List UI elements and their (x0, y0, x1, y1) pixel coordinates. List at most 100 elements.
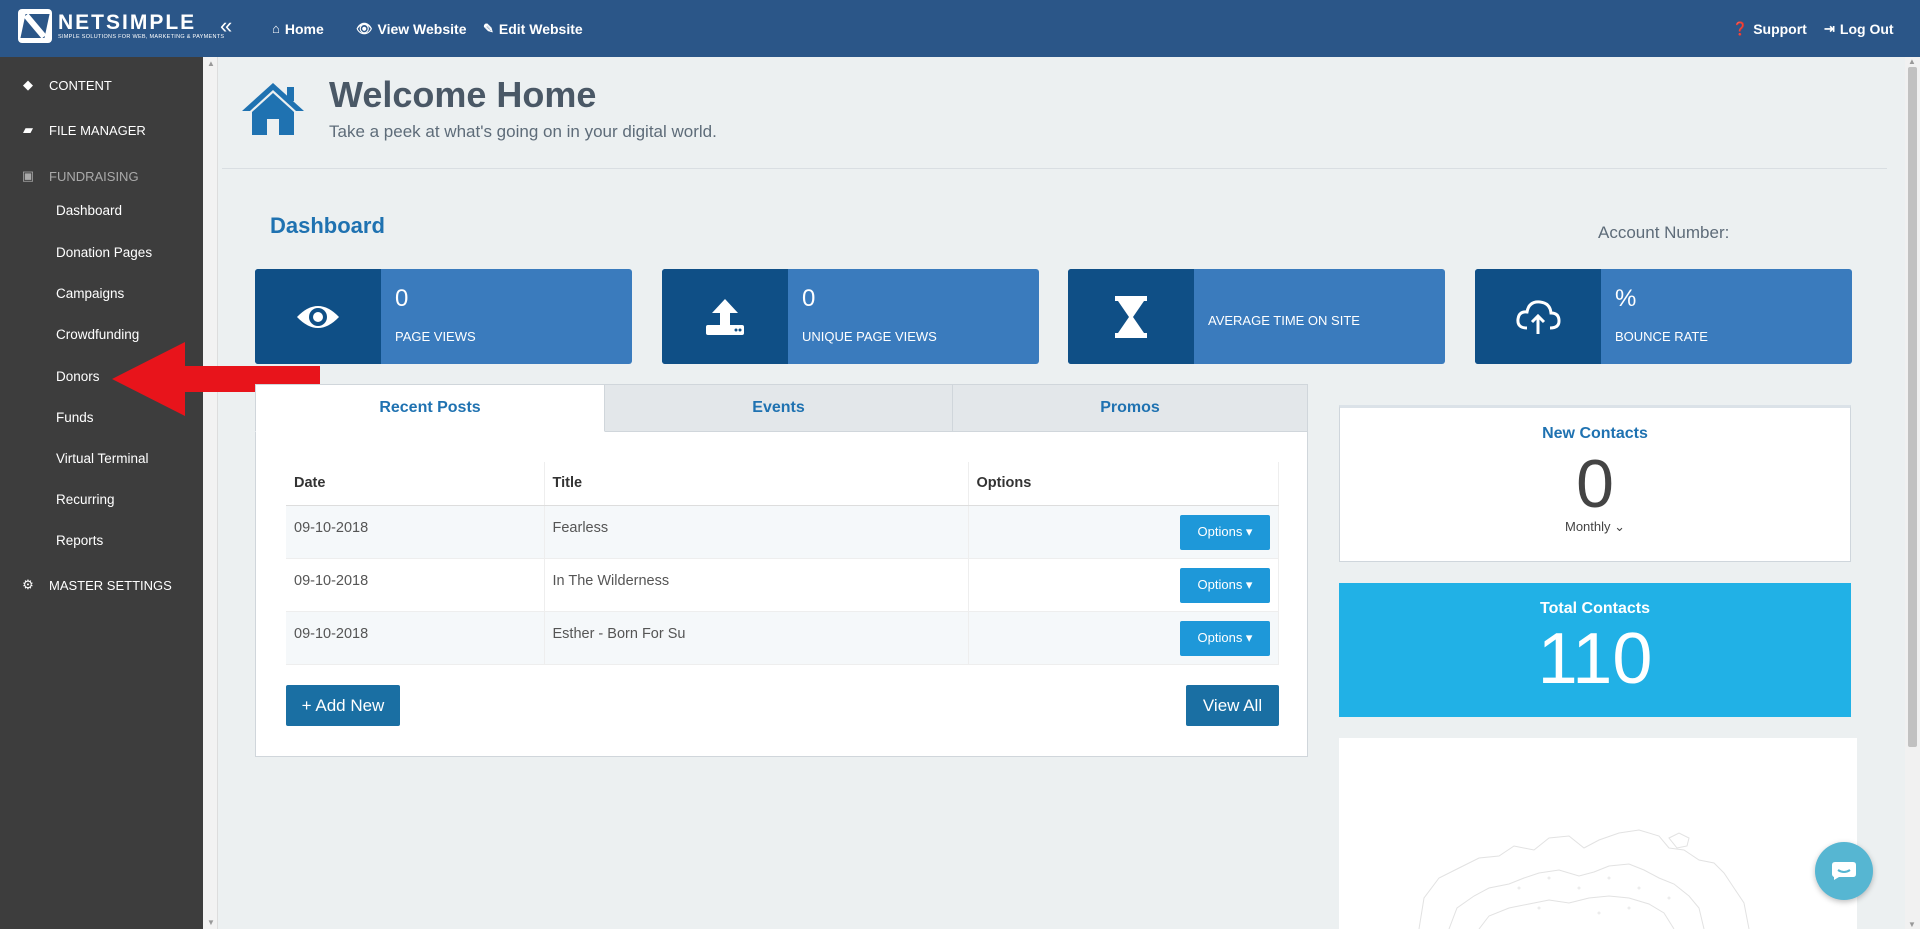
new-contacts-title: New Contacts (1542, 425, 1648, 442)
recent-posts-panel: Date Title Options 09-10-2018 Fearless O… (255, 431, 1308, 757)
posts-tabs: Recent Posts Events Promos (255, 384, 1308, 432)
upload-icon (706, 298, 744, 335)
collapse-sidebar-icon[interactable]: « (220, 15, 232, 37)
hourglass-icon (1115, 295, 1147, 338)
view-all-button[interactable]: View All (1186, 685, 1279, 726)
stat-label: BOUNCE RATE (1615, 329, 1708, 344)
sidebar-item-reports[interactable]: Reports (56, 533, 103, 548)
scroll-down-icon[interactable]: ▼ (1908, 920, 1916, 929)
stat-label: AVERAGE TIME ON SITE (1208, 313, 1360, 328)
nav-view-website-label: View Website (377, 20, 467, 37)
gear-icon: ⚙ (22, 577, 34, 592)
stat-label: PAGE VIEWS (395, 329, 476, 344)
nav-logout[interactable]: ⇥ Log Out (1824, 0, 1894, 57)
sidebar-section-file-manager[interactable]: ▰ FILE MANAGER (18, 122, 146, 138)
question-icon: ❓ (1732, 20, 1749, 36)
nav-support[interactable]: ❓ Support (1732, 0, 1807, 57)
tab-recent-posts[interactable]: Recent Posts (255, 384, 605, 432)
add-new-button[interactable]: + Add New (286, 685, 400, 726)
sidebar-item-funds[interactable]: Funds (56, 410, 94, 425)
logo-mark-icon (18, 9, 52, 43)
stat-value: 0 (395, 285, 409, 312)
world-map-image (1418, 829, 1750, 929)
nav-logout-label: Log Out (1839, 20, 1894, 37)
post-date: 09-10-2018 (286, 611, 545, 665)
post-date: 09-10-2018 (286, 558, 545, 612)
post-date: 09-10-2018 (286, 505, 545, 559)
column-header-date: Date (286, 462, 545, 506)
table-row: 09-10-2018 In The Wilderness Options ▾ (286, 558, 1279, 612)
eye-icon: 👁 (356, 20, 373, 36)
sidebar-item-recurring[interactable]: Recurring (56, 492, 115, 507)
scroll-up-icon[interactable]: ▲ (1908, 57, 1916, 66)
sidebar-scrollbar[interactable]: ▲ ▼ (203, 57, 218, 929)
sidebar-section-label: FILE MANAGER (49, 122, 146, 138)
scroll-down-icon[interactable]: ▼ (207, 918, 215, 927)
posts-table: Date Title Options 09-10-2018 Fearless O… (286, 462, 1279, 665)
tab-events[interactable]: Events (604, 384, 953, 432)
page-subtitle: Take a peek at what's going on in your d… (329, 122, 717, 141)
scrollbar-thumb[interactable] (1908, 67, 1917, 747)
nav-support-label: Support (1753, 20, 1807, 37)
sidebar-item-donors[interactable]: Donors (56, 369, 100, 384)
sidebar-section-fundraising[interactable]: ▣ FUNDRAISING (18, 168, 139, 184)
chat-icon (1832, 862, 1856, 880)
options-button[interactable]: Options ▾ (1180, 567, 1270, 603)
post-title: Esther - Born For Su (544, 611, 969, 665)
total-contacts-card: Total Contacts 110 (1339, 583, 1851, 717)
nav-home[interactable]: ⌂ Home (272, 0, 324, 57)
stat-label: UNIQUE PAGE VIEWS (802, 329, 937, 344)
sidebar-item-donation-pages[interactable]: Donation Pages (56, 245, 152, 260)
account-number-label: Account Number: (1598, 223, 1730, 242)
new-contacts-card: New Contacts 0 Monthly ⌄ (1339, 405, 1851, 562)
nav-view-website[interactable]: 👁 View Website (356, 0, 466, 57)
column-header-options: Options (968, 462, 1279, 506)
nav-edit-website-label: Edit Website (498, 20, 583, 37)
new-contacts-value: 0 (1576, 446, 1614, 522)
stat-card-page-views: 0 PAGE VIEWS (255, 269, 632, 364)
dashboard-title: Dashboard (270, 213, 385, 238)
cloud-upload-icon (1516, 299, 1561, 334)
stat-card-unique-page-views: 0 UNIQUE PAGE VIEWS (662, 269, 1039, 364)
logout-icon: ⇥ (1824, 20, 1835, 36)
options-button[interactable]: Options ▾ (1180, 620, 1270, 656)
total-contacts-value: 110 (1537, 619, 1653, 699)
edit-icon: ✎ (483, 20, 494, 36)
folder-icon: ▰ (23, 122, 33, 137)
sidebar-section-master-settings[interactable]: ⚙ MASTER SETTINGS (18, 577, 172, 593)
table-row: 09-10-2018 Fearless Options ▾ (286, 505, 1279, 559)
sidebar-section-label: CONTENT (49, 77, 112, 93)
eye-icon (297, 305, 339, 328)
scroll-up-icon[interactable]: ▲ (207, 59, 215, 68)
logo[interactable]: NETSIMPLE SIMPLE SOLUTIONS FOR WEB, MARK… (18, 9, 224, 43)
diamond-icon: ◆ (23, 77, 33, 92)
chat-widget-button[interactable] (1815, 842, 1873, 900)
home-icon: ⌂ (272, 21, 280, 36)
sidebar-section-label: MASTER SETTINGS (49, 577, 172, 593)
brand-name: NETSIMPLE (58, 10, 197, 34)
sidebar-item-virtual-terminal[interactable]: Virtual Terminal (56, 451, 149, 466)
table-row: 09-10-2018 Esther - Born For Su Options … (286, 611, 1279, 665)
column-header-title: Title (544, 462, 969, 506)
stat-value: 0 (802, 285, 816, 312)
page-title: Welcome Home (329, 74, 597, 115)
nav-edit-website[interactable]: ✎ Edit Website (483, 0, 583, 57)
stat-card-average-time: AVERAGE TIME ON SITE (1068, 269, 1445, 364)
top-bar: NETSIMPLE SIMPLE SOLUTIONS FOR WEB, MARK… (0, 0, 1920, 57)
money-icon: ▣ (21, 168, 35, 183)
main-scrollbar[interactable]: ▲ ▼ (1905, 57, 1920, 929)
period-dropdown[interactable]: Monthly ⌄ (1340, 519, 1850, 535)
sidebar-section-label: FUNDRAISING (49, 168, 139, 184)
sidebar-item-dashboard[interactable]: Dashboard (56, 203, 122, 218)
total-contacts-title: Total Contacts (1540, 600, 1650, 617)
tab-promos[interactable]: Promos (952, 384, 1308, 432)
brand-tagline: SIMPLE SOLUTIONS FOR WEB, MARKETING & PA… (58, 33, 225, 40)
stat-card-bounce-rate: % BOUNCE RATE (1475, 269, 1852, 364)
home-icon (242, 83, 304, 135)
post-title: In The Wilderness (544, 558, 969, 612)
sidebar-section-content[interactable]: ◆ CONTENT (18, 77, 112, 93)
post-title: Fearless (544, 505, 969, 559)
page-header: Welcome Home Take a peek at what's going… (222, 57, 1887, 169)
sidebar-item-campaigns[interactable]: Campaigns (56, 286, 124, 301)
options-button[interactable]: Options ▾ (1180, 514, 1270, 550)
